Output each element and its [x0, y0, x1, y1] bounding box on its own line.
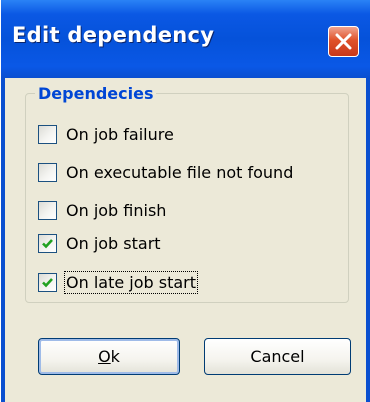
ok-label-rest: k — [110, 347, 120, 366]
checkbox-box[interactable] — [38, 162, 57, 182]
checkbox-label: On late job start — [63, 270, 199, 294]
checkbox-label: On job start — [66, 233, 161, 253]
ok-button[interactable]: Ok — [38, 338, 180, 375]
title-bar[interactable]: Edit dependency — [1, 0, 370, 78]
checkbox-box[interactable] — [38, 124, 57, 144]
checkbox-label: On executable file not found — [66, 162, 294, 182]
checkbox-label: On job failure — [66, 124, 174, 144]
close-button[interactable] — [328, 26, 359, 57]
checkbox-box[interactable] — [38, 200, 57, 220]
checkbox-on-executable-file-not-found[interactable]: On executable file not found — [38, 160, 293, 184]
checkbox-box[interactable] — [38, 233, 57, 253]
checkmark-icon — [42, 238, 53, 248]
close-x-icon — [335, 33, 352, 50]
checkmark-icon — [42, 277, 53, 287]
checkbox-on-late-job-start[interactable]: On late job start — [38, 270, 199, 294]
cancel-button[interactable]: Cancel — [204, 338, 351, 375]
ok-mnemonic: O — [98, 347, 111, 366]
dialog-title: Edit dependency — [12, 23, 215, 47]
checkbox-label: On job finish — [66, 200, 167, 220]
checkbox-on-job-failure[interactable]: On job failure — [38, 122, 174, 146]
checkbox-on-job-start[interactable]: On job start — [38, 231, 161, 255]
groupbox-label: Dependecies — [35, 84, 157, 104]
checkbox-on-job-finish[interactable]: On job finish — [38, 198, 166, 222]
checkbox-box[interactable] — [38, 272, 57, 292]
